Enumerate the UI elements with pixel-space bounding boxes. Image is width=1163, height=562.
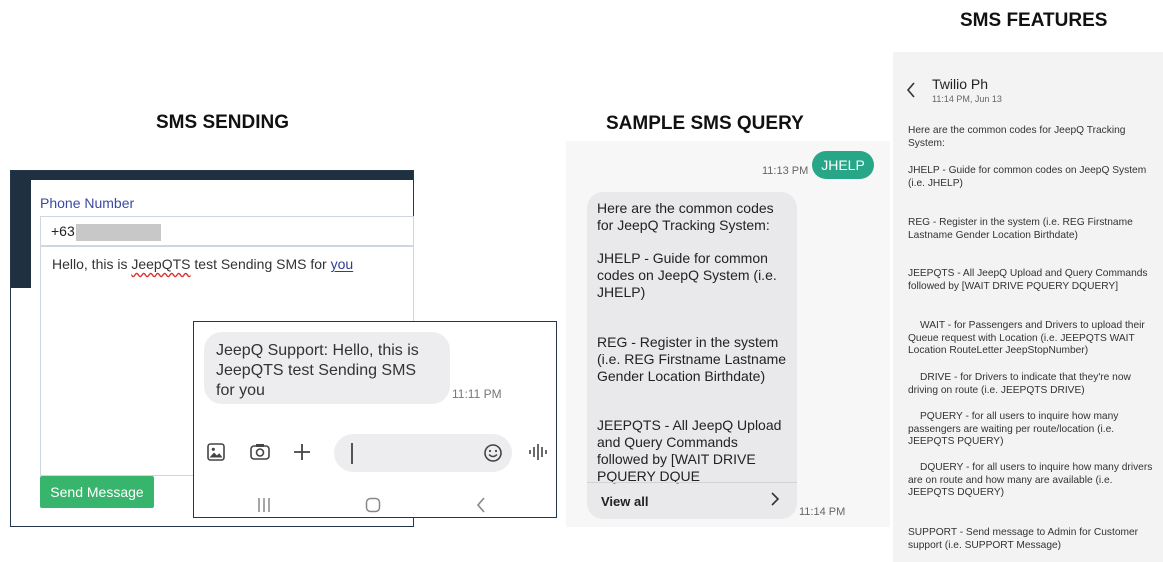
back-arrow-icon[interactable] xyxy=(906,81,916,104)
home-icon[interactable] xyxy=(365,497,381,518)
chevron-right-icon[interactable] xyxy=(770,491,780,512)
reply-paragraph: JEEPQTS - All JeepQ Upload and Query Com… xyxy=(597,417,782,484)
conversation-date: 11:14 PM, Jun 13 xyxy=(932,94,1002,104)
contact-name: Twilio Ph xyxy=(932,76,989,92)
redacted-phone-mask xyxy=(75,223,161,241)
heading-sms-features: SMS FEATURES xyxy=(960,10,1108,31)
divider xyxy=(587,482,797,483)
reply-message-bubble: Here are the common codes for JeepQ Trac… xyxy=(587,192,797,519)
message-text-you: you xyxy=(330,256,354,272)
reply-paragraph: JHELP - Guide for common codes on JeepQ … xyxy=(597,250,777,300)
feature-item: WAIT - for Passengers and Drivers to upl… xyxy=(908,320,1145,356)
message-text-2: test Sending SMS for xyxy=(190,256,331,272)
heading-sample-sms-query: SAMPLE SMS QUERY xyxy=(606,113,804,134)
form-sidebar xyxy=(11,180,31,288)
text-caret xyxy=(351,443,353,464)
message-text-brand: JeepQTS xyxy=(131,256,191,272)
phone-number-label: Phone Number xyxy=(40,195,135,211)
feature-item: JEEPQTS - All JeepQ Upload and Query Com… xyxy=(908,268,1148,292)
feature-item: Here are the common codes for JeepQ Trac… xyxy=(908,125,1126,149)
reply-paragraph: REG - Register in the system (i.e. REG F… xyxy=(597,334,787,384)
send-message-button[interactable]: Send Message xyxy=(40,476,154,508)
form-topbar xyxy=(11,171,413,180)
camera-icon[interactable] xyxy=(249,442,271,467)
feature-item: SUPPORT - Send message to Admin for Cust… xyxy=(908,527,1139,551)
sent-message-bubble: JHELP xyxy=(812,151,874,179)
emoji-icon[interactable] xyxy=(483,443,503,468)
feature-item: REG - Register in the system (i.e. REG F… xyxy=(908,217,1133,241)
feature-item: JHELP - Guide for common codes on JeepQ … xyxy=(908,165,1147,189)
gallery-icon[interactable] xyxy=(206,442,226,467)
recent-apps-icon[interactable] xyxy=(256,497,272,518)
message-text-1: Hello, this is xyxy=(52,256,132,272)
reply-timestamp: 11:14 PM xyxy=(799,506,846,518)
heading-sms-sending: SMS SENDING xyxy=(156,112,290,133)
feature-item: PQUERY - for all users to inquire how ma… xyxy=(908,411,1119,447)
sent-timestamp: 11:13 PM xyxy=(762,165,809,177)
phone-prefix: +63 xyxy=(51,223,75,239)
feature-item: DRIVE - for Drivers to indicate that the… xyxy=(908,372,1131,396)
message-timestamp: 11:11 PM xyxy=(452,387,502,401)
view-all-link[interactable]: View all xyxy=(601,494,648,509)
compose-message-field[interactable] xyxy=(334,434,512,472)
feature-item: DQUERY - for all users to inquire how ma… xyxy=(908,462,1153,498)
sms-features-screenshot: Twilio Ph 11:14 PM, Jun 13 Here are the … xyxy=(893,52,1163,562)
reply-paragraph: Here are the common codes for JeepQ Trac… xyxy=(597,200,774,233)
sample-query-screenshot: 11:13 PM JHELP Here are the common codes… xyxy=(566,141,890,527)
phone-chat-screenshot: JeepQ Support: Hello, this is JeepQTS te… xyxy=(193,321,557,518)
phone-number-input[interactable]: +63 xyxy=(40,216,414,246)
voice-icon[interactable] xyxy=(528,442,548,467)
received-message-bubble: JeepQ Support: Hello, this is JeepQTS te… xyxy=(204,332,450,404)
plus-icon[interactable] xyxy=(292,442,312,467)
back-icon[interactable] xyxy=(475,497,487,518)
